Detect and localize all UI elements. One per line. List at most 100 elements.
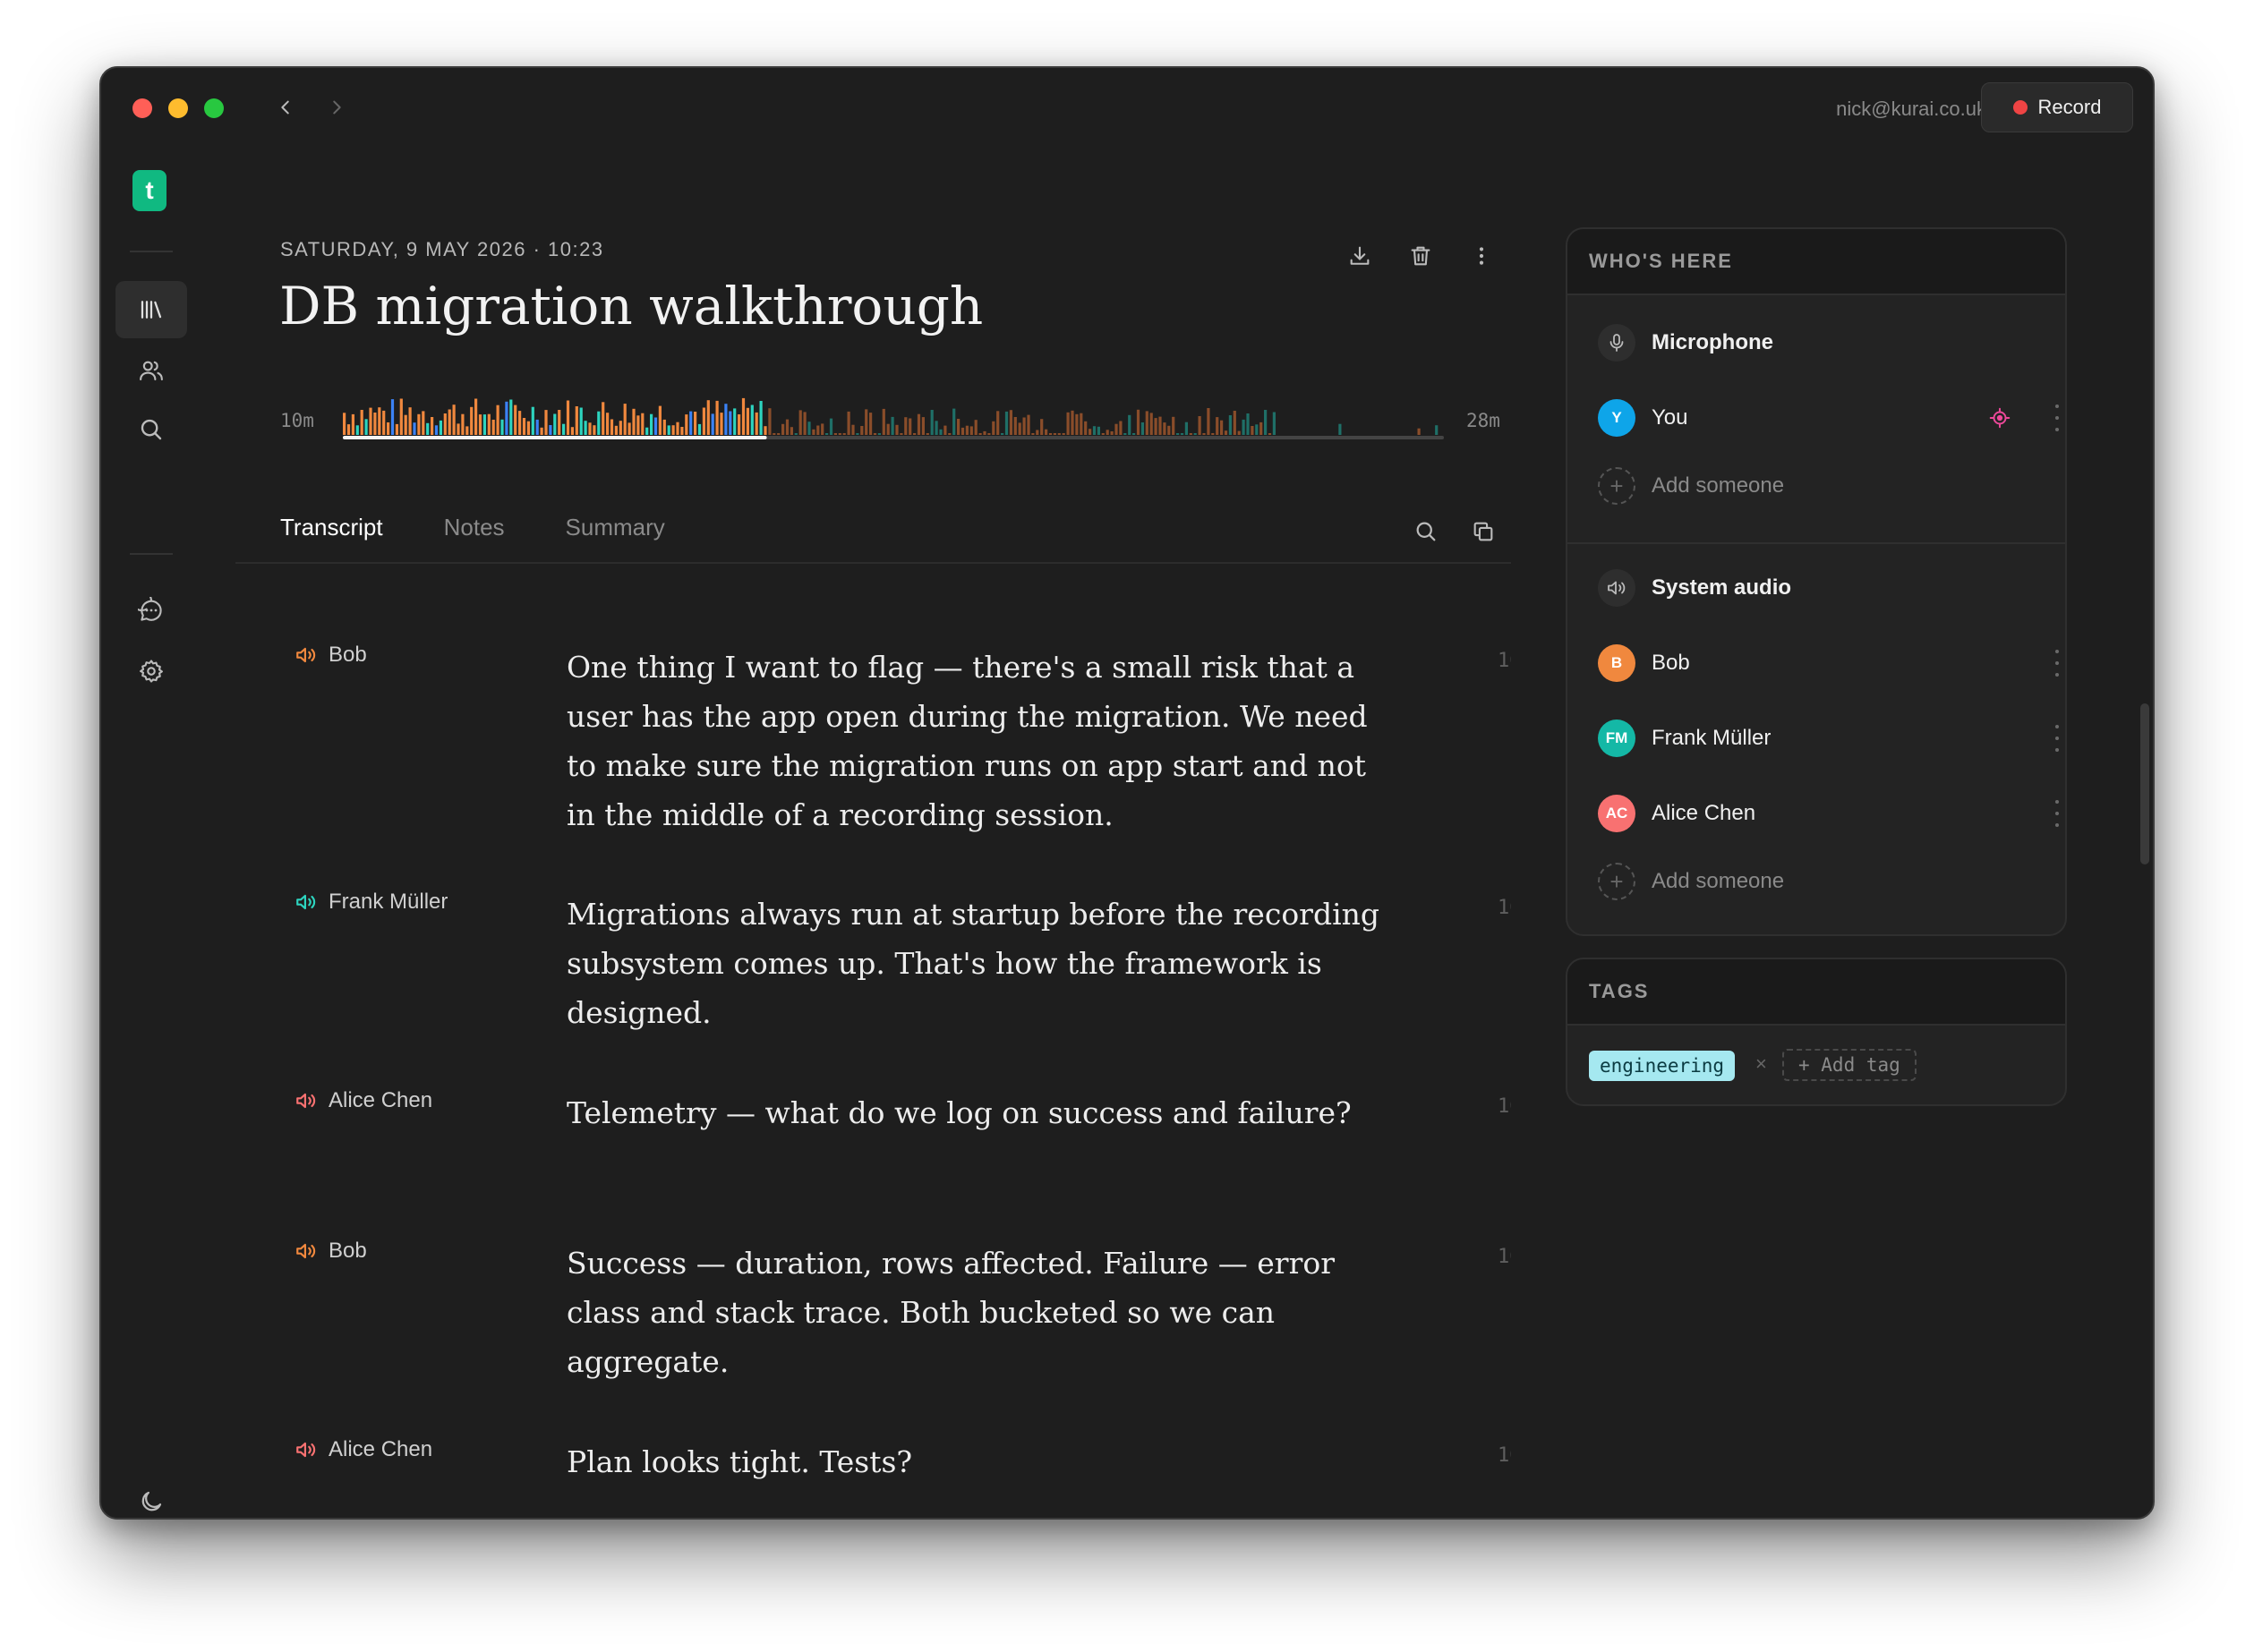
speaker-label[interactable]: Alice Chen <box>295 1088 432 1113</box>
waveform-bar <box>452 404 456 435</box>
utterance-timestamp[interactable]: 10:33 <box>1498 1095 1511 1118</box>
waveform-bar <box>821 423 824 435</box>
speaker-name: Frank Müller <box>329 890 448 914</box>
gear-icon <box>140 660 163 683</box>
waveform-bar <box>1259 422 1263 435</box>
timeline-start-label: 10m <box>280 410 314 431</box>
utterance-timestamp[interactable]: 10:34 <box>1498 1246 1511 1268</box>
back-button[interactable] <box>269 91 302 123</box>
waveform-bar <box>373 413 377 435</box>
participant-row[interactable]: AC Alice Chen <box>1598 795 2059 832</box>
utterance-timestamp[interactable]: 10:33 <box>1498 650 1511 672</box>
add-tag-button[interactable]: + Add tag <box>1782 1049 1917 1081</box>
panel-divider <box>1567 542 2065 544</box>
waveform-bar <box>1097 426 1100 435</box>
waveform-bar <box>798 410 802 435</box>
add-someone-system-audio-button[interactable]: + Add someone <box>1598 863 1784 900</box>
app-logo[interactable]: t <box>132 170 166 211</box>
tab-notes[interactable]: Notes <box>444 514 505 555</box>
close-window-button[interactable] <box>132 98 152 118</box>
sidebar-item-library[interactable] <box>115 281 187 338</box>
waveform-bar <box>1040 419 1044 435</box>
speaker-name: Bob <box>329 643 367 667</box>
search-transcript-button[interactable] <box>1408 514 1444 549</box>
waveform-bar <box>671 425 675 435</box>
utterance-timestamp[interactable]: 10:33 <box>1498 897 1511 919</box>
waveform-bar <box>1062 433 1065 435</box>
timeline-progress <box>343 436 767 439</box>
utterance-timestamp[interactable]: 10:34 <box>1498 1444 1511 1467</box>
zoom-window-button[interactable] <box>204 98 224 118</box>
add-someone-microphone-button[interactable]: + Add someone <box>1598 467 1784 505</box>
waveform-bar <box>535 419 539 435</box>
waveform-bar <box>1119 421 1123 435</box>
participant-menu-icon[interactable] <box>2053 725 2062 752</box>
waveform-bar <box>364 419 368 435</box>
waveform-bar <box>794 433 798 435</box>
participant-name: Alice Chen <box>1652 801 1756 825</box>
scrollbar-thumb[interactable] <box>2140 703 2149 864</box>
speaker-label[interactable]: Alice Chen <box>295 1437 432 1462</box>
waveform-bar <box>650 413 653 435</box>
record-button[interactable]: Record <box>1981 82 2133 132</box>
waveform-bar <box>869 413 873 435</box>
waveform-bar <box>1132 433 1136 435</box>
utterance-text: Success — duration, rows affected. Failu… <box>567 1246 1335 1379</box>
speaker-label[interactable]: Frank Müller <box>295 890 448 915</box>
page-title: DB migration walkthrough <box>279 276 984 336</box>
waveform-bar <box>457 423 460 435</box>
speaker-label[interactable]: Bob <box>295 643 367 668</box>
waveform-bar <box>1013 417 1017 435</box>
waveform-bar <box>939 429 943 435</box>
sidebar-item-chat[interactable] <box>115 582 187 639</box>
minimize-window-button[interactable] <box>168 98 188 118</box>
download-button[interactable] <box>1342 238 1378 274</box>
participant-menu-icon[interactable] <box>2053 404 2062 431</box>
theme-toggle-button[interactable] <box>115 1473 187 1518</box>
speaker-name: Alice Chen <box>329 1437 433 1461</box>
waveform-bar <box>540 427 543 435</box>
tab-summary[interactable]: Summary <box>566 514 665 555</box>
waveform-bar <box>378 407 381 435</box>
waveform-bar <box>1027 414 1030 435</box>
system-audio-label: System audio <box>1652 575 1792 600</box>
audio-waveform[interactable] <box>343 383 1444 446</box>
waveform-bar <box>645 427 649 435</box>
utterance-text: One thing I want to flag — there's a sma… <box>567 650 1368 832</box>
tag-chip[interactable]: engineering <box>1589 1051 1736 1081</box>
chevron-left-icon <box>281 100 289 115</box>
participant-row[interactable]: Y You <box>1598 399 2059 437</box>
remove-tag-icon[interactable]: × <box>1755 1052 1767 1076</box>
waveform-bar <box>833 433 837 435</box>
speaker-label[interactable]: Bob <box>295 1239 367 1264</box>
participant-row[interactable]: B Bob <box>1598 644 2059 682</box>
waveform-bar <box>570 427 574 435</box>
waveform-bar <box>369 407 372 435</box>
participant-menu-icon[interactable] <box>2053 650 2062 677</box>
waveform-bar <box>1145 411 1148 435</box>
more-options-button[interactable] <box>1464 238 1499 274</box>
waveform-bar <box>812 429 815 435</box>
trash-icon <box>1411 246 1430 266</box>
waveform-bar <box>768 408 772 435</box>
waveform-bar <box>602 402 605 435</box>
sidebar-item-search[interactable] <box>115 401 187 458</box>
tags-heading: TAGS <box>1567 959 2065 1026</box>
sidebar-item-settings[interactable] <box>115 643 187 700</box>
waveform-bar <box>1071 410 1074 435</box>
locate-icon[interactable] <box>1988 406 2011 430</box>
copy-transcript-button[interactable] <box>1465 514 1501 549</box>
sidebar-item-people[interactable] <box>115 342 187 399</box>
delete-button[interactable] <box>1403 238 1439 274</box>
waveform-bar <box>653 417 658 435</box>
tab-transcript[interactable]: Transcript <box>280 514 383 555</box>
participant-row[interactable]: FM Frank Müller <box>1598 720 2059 757</box>
waveform-bar <box>399 398 403 435</box>
waveform-bar <box>909 418 912 435</box>
waveform-bar <box>891 416 894 435</box>
waveform-bar <box>807 422 811 435</box>
waveform-bar <box>343 413 346 435</box>
waveform-bar <box>390 399 395 435</box>
forward-button[interactable] <box>320 91 353 123</box>
participant-menu-icon[interactable] <box>2053 800 2062 827</box>
